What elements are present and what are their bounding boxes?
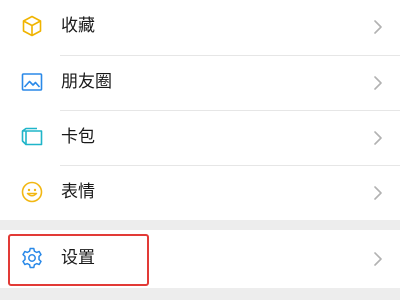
menu-item-label: 表情 [61,182,95,202]
menu-group-settings: 设置 [0,230,400,288]
menu-item-favorites[interactable]: 收藏 [0,0,400,55]
menu-group-main: 收藏 朋友圈 卡包 表情 [0,0,400,220]
chevron-right-icon [372,185,384,201]
chevron-right-icon [372,75,384,91]
menu-item-moments[interactable]: 朋友圈 [0,56,400,111]
menu-item-stickers[interactable]: 表情 [0,166,400,221]
chevron-right-icon [372,130,384,146]
favorites-cube-icon [20,14,44,38]
wechat-me-menu-screen: 收藏 朋友圈 卡包 表情 设置 [0,0,400,300]
menu-item-label: 卡包 [61,127,95,147]
menu-item-settings[interactable]: 设置 [0,231,400,286]
menu-item-card-wallet[interactable]: 卡包 [0,111,400,166]
menu-item-label: 设置 [61,248,95,268]
moments-photo-icon [20,70,44,94]
menu-item-label: 收藏 [61,16,95,36]
chevron-right-icon [372,251,384,267]
gear-icon [20,246,44,270]
sticker-smile-icon [20,180,44,204]
chevron-right-icon [372,19,384,35]
menu-item-label: 朋友圈 [61,72,112,92]
card-wallet-icon [20,125,44,149]
